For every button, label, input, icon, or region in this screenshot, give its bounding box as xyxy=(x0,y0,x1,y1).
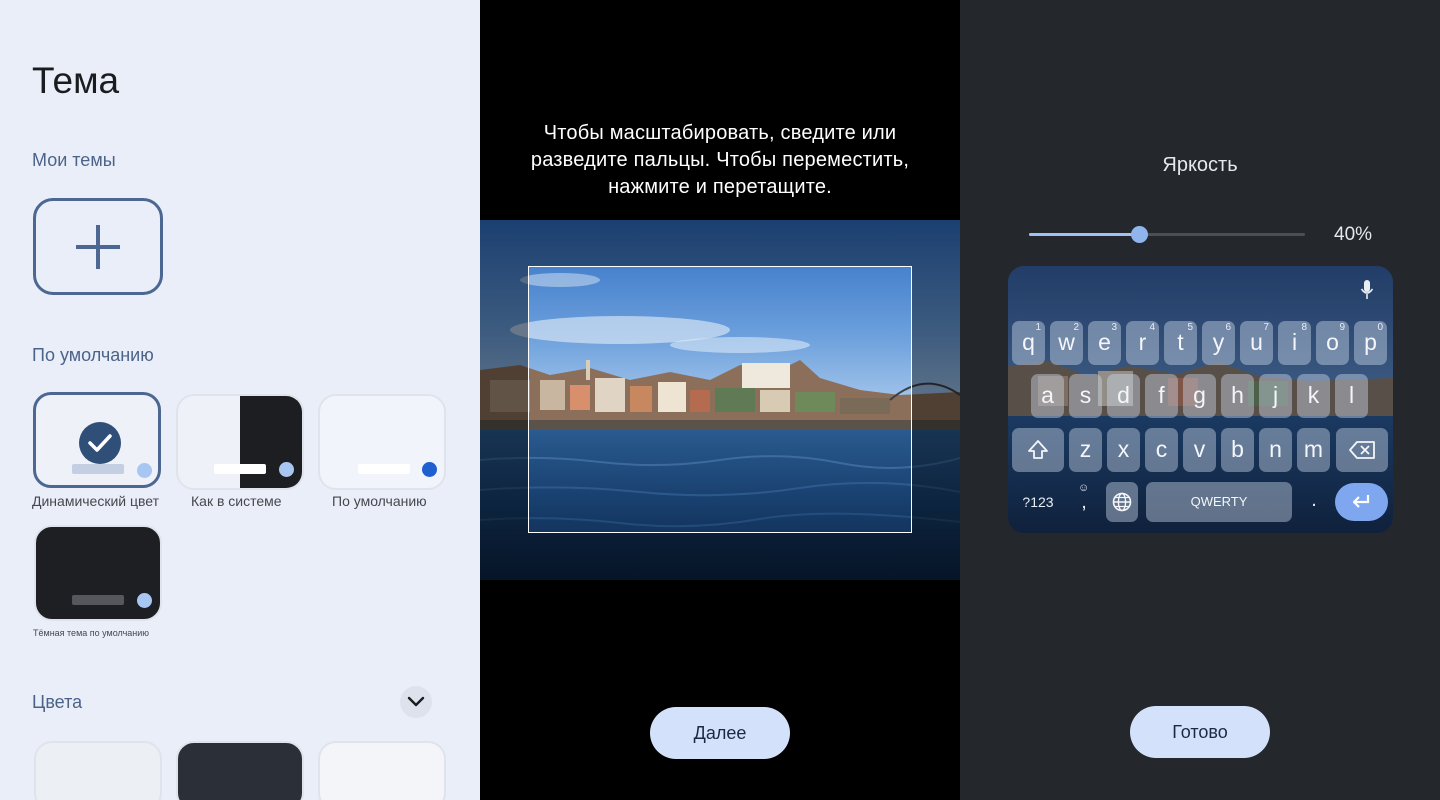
comma-key[interactable]: ☺ , xyxy=(1070,480,1098,524)
language-key[interactable] xyxy=(1106,482,1138,522)
tile-caption-system: Как в системе xyxy=(191,493,282,509)
colors-label: Цвета xyxy=(32,692,83,712)
backspace-key[interactable] xyxy=(1336,428,1388,472)
crop-frame[interactable] xyxy=(528,266,912,533)
keyboard-preview: q1w2e3r4t5y6u7i8o9p0asdfghjklzxcvbnm ?12… xyxy=(1008,266,1393,533)
page-title: Тема xyxy=(32,60,120,101)
key-m[interactable]: m xyxy=(1297,428,1330,472)
checkmark-icon xyxy=(79,422,121,464)
preview-bar xyxy=(72,595,124,605)
key-d[interactable]: d xyxy=(1107,374,1140,418)
key-hint: 0 xyxy=(1377,322,1383,333)
my-themes-label: Мои темы xyxy=(32,150,116,170)
key-b[interactable]: b xyxy=(1221,428,1254,472)
theme-panel: Тема Мои темы По умолчанию Динамический … xyxy=(0,0,480,800)
next-button[interactable]: Далее xyxy=(650,707,790,759)
key-hint: 3 xyxy=(1111,322,1117,333)
key-f[interactable]: f xyxy=(1145,374,1178,418)
preview-bar xyxy=(358,464,410,474)
key-p[interactable]: p0 xyxy=(1354,321,1387,365)
crop-panel: Чтобы масштабировать, сведите или развед… xyxy=(480,0,960,800)
shift-key[interactable] xyxy=(1012,428,1064,472)
key-hint: 7 xyxy=(1263,322,1269,333)
emoji-icon: ☺ xyxy=(1078,482,1090,494)
brightness-slider[interactable] xyxy=(1029,226,1305,243)
period-key[interactable]: . xyxy=(1300,478,1328,522)
default-themes-label: По умолчанию xyxy=(32,345,154,365)
key-c[interactable]: c xyxy=(1145,428,1178,472)
key-x[interactable]: x xyxy=(1107,428,1140,472)
microphone-icon[interactable] xyxy=(1360,279,1374,301)
symbols-key[interactable]: ?123 xyxy=(1014,480,1062,524)
key-hint: 5 xyxy=(1187,322,1193,333)
backspace-icon xyxy=(1349,441,1375,459)
color-swatch-white[interactable] xyxy=(318,741,446,800)
key-g[interactable]: g xyxy=(1183,374,1216,418)
key-hint: 2 xyxy=(1073,322,1079,333)
brightness-value: 40% xyxy=(1334,224,1373,245)
key-hint: 6 xyxy=(1225,322,1231,333)
globe-icon xyxy=(1112,492,1132,512)
enter-key[interactable] xyxy=(1335,483,1388,521)
key-r[interactable]: r4 xyxy=(1126,321,1159,365)
shift-icon xyxy=(1028,440,1048,459)
theme-tile-default[interactable] xyxy=(318,394,446,490)
theme-tile-dynamic[interactable] xyxy=(33,392,161,488)
preview-dot xyxy=(279,462,294,477)
tile-caption-default: По умолчанию xyxy=(332,493,427,509)
key-a[interactable]: a xyxy=(1031,374,1064,418)
chevron-down-icon xyxy=(407,696,425,707)
tile-caption-dark: Тёмная тема по умолчанию xyxy=(33,628,150,638)
done-button[interactable]: Готово xyxy=(1130,706,1270,758)
slider-thumb[interactable] xyxy=(1131,226,1149,243)
preview-dot xyxy=(137,593,152,608)
expand-colors-button[interactable] xyxy=(400,686,432,718)
plus-icon xyxy=(76,224,120,269)
key-hint: 8 xyxy=(1301,322,1307,333)
key-k[interactable]: k xyxy=(1297,374,1330,418)
key-y[interactable]: y6 xyxy=(1202,321,1235,365)
key-hint: 9 xyxy=(1339,322,1345,333)
key-n[interactable]: n xyxy=(1259,428,1292,472)
slider-fill xyxy=(1029,233,1140,236)
theme-tile-dark[interactable] xyxy=(34,525,162,621)
preview-dot xyxy=(137,463,152,478)
preview-bar xyxy=(72,464,124,474)
crop-instruction: Чтобы масштабировать, сведите или развед… xyxy=(530,122,910,198)
add-theme-button[interactable] xyxy=(33,198,163,295)
key-v[interactable]: v xyxy=(1183,428,1216,472)
preview-bar xyxy=(214,464,266,474)
key-hint: 4 xyxy=(1149,322,1155,333)
key-t[interactable]: t5 xyxy=(1164,321,1197,365)
key-l[interactable]: l xyxy=(1335,374,1368,418)
brightness-title: Яркость xyxy=(1162,154,1238,176)
key-j[interactable]: j xyxy=(1259,374,1292,418)
brightness-panel: Яркость 40% q 1 w 2 e 3 r 4 t 5 y 6 u 7 … xyxy=(960,0,1440,800)
space-key[interactable]: QWERTY xyxy=(1146,482,1292,522)
key-e[interactable]: e3 xyxy=(1088,321,1121,365)
key-o[interactable]: o9 xyxy=(1316,321,1349,365)
key-hint: 1 xyxy=(1035,322,1041,333)
key-i[interactable]: i8 xyxy=(1278,321,1311,365)
key-s[interactable]: s xyxy=(1069,374,1102,418)
color-swatch-light[interactable] xyxy=(34,741,162,800)
enter-arrow-icon xyxy=(1352,495,1370,508)
key-u[interactable]: u7 xyxy=(1240,321,1273,365)
preview-dot xyxy=(422,462,437,477)
tile-caption-dynamic: Динамический цвет xyxy=(32,493,160,509)
key-w[interactable]: w2 xyxy=(1050,321,1083,365)
color-swatch-dark[interactable] xyxy=(176,741,304,800)
key-q[interactable]: q1 xyxy=(1012,321,1045,365)
theme-tile-system[interactable] xyxy=(176,394,304,490)
wallpaper-photo[interactable] xyxy=(480,220,960,580)
key-h[interactable]: h xyxy=(1221,374,1254,418)
